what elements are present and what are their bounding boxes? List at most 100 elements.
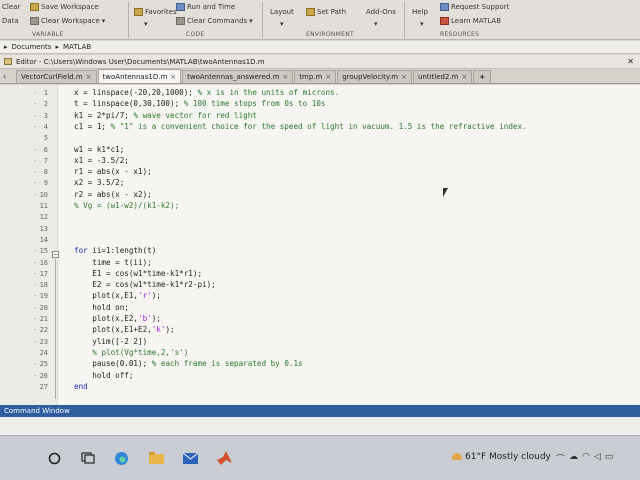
group-label-resources: RESOURCES	[440, 31, 480, 38]
code-line[interactable]: r2 = abs(x - x2);	[74, 190, 152, 199]
breakpoint-marker[interactable]: -	[34, 157, 37, 165]
breadcrumb-matlab[interactable]: MATLAB	[63, 43, 91, 51]
tab-twoantennas-answered[interactable]: twoAntennas_answered.m ×	[182, 70, 294, 83]
breakpoint-marker[interactable]: -	[34, 315, 37, 323]
code-line[interactable]: x = linspace(-20,20,1000); % x is in the…	[74, 88, 339, 97]
request-support-button[interactable]: Request Support	[440, 3, 509, 11]
mail-icon[interactable]	[182, 450, 198, 466]
chevron-left-icon[interactable]: ‹	[3, 72, 6, 81]
network-icon[interactable]: ⌒	[556, 452, 565, 465]
code-line[interactable]: plot(x,E1+E2,'k');	[74, 325, 174, 334]
addons-button[interactable]: Add-Ons	[366, 8, 396, 16]
breakpoint-marker[interactable]: -	[34, 247, 37, 255]
breakpoint-marker[interactable]: -	[34, 338, 37, 346]
search-icon[interactable]	[46, 450, 62, 466]
favorites-button[interactable]: Favorites	[134, 8, 177, 16]
layout-dropdown[interactable]: ▾	[280, 20, 284, 28]
code-line[interactable]: k1 = 2*pi/7; % wave vector for red light	[74, 111, 257, 120]
set-path-button[interactable]: Set Path	[306, 8, 346, 16]
tab-tmp[interactable]: tmp.m ×	[294, 70, 337, 83]
code-line[interactable]: plot(x,E1,'r');	[74, 291, 161, 300]
favorites-dropdown[interactable]: ▾	[144, 20, 148, 28]
code-line[interactable]: c1 = 1; % "1" is a convenient choice for…	[74, 122, 527, 131]
task-view-icon[interactable]	[80, 450, 96, 466]
data-stub[interactable]: Data	[2, 17, 19, 25]
breakpoint-marker[interactable]: -	[34, 259, 37, 267]
close-icon[interactable]: ×	[282, 73, 288, 81]
code-editor[interactable]: 1-2-3-4-5 6-7-8-9-10-11 12 13 14 15-16-17-18-…	[0, 85, 640, 405]
weather-widget[interactable]: 61°F Mostly cloudy	[452, 452, 551, 462]
breakpoint-marker[interactable]: -	[34, 191, 37, 199]
close-icon[interactable]: ✕	[627, 57, 634, 66]
learn-matlab-button[interactable]: Learn MATLAB	[440, 17, 501, 25]
layout-button[interactable]: Layout	[270, 8, 294, 16]
close-icon[interactable]: ×	[461, 73, 467, 81]
breakpoint-marker[interactable]: -	[34, 270, 37, 278]
breakpoint-marker[interactable]: -	[34, 146, 37, 154]
run-and-time-button[interactable]: Run and Time	[176, 3, 235, 11]
close-icon[interactable]: ×	[86, 73, 92, 81]
tab-twoantennas1d[interactable]: twoAntennas1D.m ×	[97, 69, 182, 83]
onedrive-icon[interactable]: ☁	[569, 452, 578, 465]
file-explorer-icon[interactable]	[148, 450, 164, 466]
tab-untitled2[interactable]: untitled2.m ×	[412, 70, 473, 83]
clear-data-stub[interactable]: Clear	[2, 3, 20, 11]
code-line[interactable]: x2 = 3.5/2;	[74, 178, 124, 187]
breakpoint-marker[interactable]: -	[34, 304, 37, 312]
code-line[interactable]: t = linspace(0,30,100); % 100 time stops…	[74, 99, 325, 108]
tab-label: untitled2.m	[417, 73, 459, 81]
code-line[interactable]: E1 = cos(w1*time-k1*r1);	[74, 269, 202, 278]
tab-groupvelocity[interactable]: groupVelocity.m ×	[337, 70, 412, 83]
breakpoint-marker[interactable]: -	[34, 372, 37, 380]
edge-browser-icon[interactable]	[113, 450, 129, 466]
breakpoint-marker[interactable]: -	[34, 360, 37, 368]
breakpoint-marker[interactable]: -	[34, 100, 37, 108]
volume-icon[interactable]: ◁	[594, 452, 601, 465]
code-line[interactable]: w1 = k1*c1;	[74, 145, 124, 154]
code-line[interactable]: end	[74, 382, 88, 391]
breakpoint-marker[interactable]: -	[34, 123, 37, 131]
code-line[interactable]: hold off;	[74, 371, 133, 380]
command-window-header[interactable]: Command Window	[0, 405, 640, 417]
clear-commands-button[interactable]: Clear Commands ▾	[176, 17, 253, 25]
code-line[interactable]: time = t(ii);	[74, 258, 151, 267]
ribbon-divider	[404, 2, 405, 38]
close-icon[interactable]: ×	[325, 73, 331, 81]
tab-vectorcurlfield[interactable]: VectorCurlField.m ×	[16, 70, 97, 83]
breakpoint-marker[interactable]: -	[34, 281, 37, 289]
save-workspace-button[interactable]: Save Workspace	[30, 3, 99, 11]
editor-tab-strip: ‹ VectorCurlField.m × twoAntennas1D.m × …	[0, 69, 640, 84]
breakpoint-marker[interactable]: -	[34, 292, 37, 300]
code-line[interactable]: hold on;	[74, 303, 129, 312]
close-icon[interactable]: ×	[401, 73, 407, 81]
breakpoint-marker[interactable]: -	[34, 179, 37, 187]
breadcrumb-documents[interactable]: Documents	[12, 43, 52, 51]
code-line[interactable]: % plot(Vg*time,2,'s')	[74, 348, 188, 357]
code-line[interactable]: x1 = -3.5/2;	[74, 156, 129, 165]
fold-toggle-icon[interactable]: −	[52, 251, 59, 258]
addons-dropdown[interactable]: ▾	[374, 20, 378, 28]
battery-icon[interactable]: ▭	[605, 452, 614, 465]
new-tab-button[interactable]: +	[473, 70, 492, 83]
help-dropdown[interactable]: ▾	[420, 20, 424, 28]
code-line[interactable]: E2 = cos(w1*time-k1*r2-pi);	[74, 280, 215, 289]
code-line[interactable]: for ii=1:length(t)	[74, 246, 156, 255]
code-line[interactable]: ylim([-2 2])	[74, 337, 147, 346]
address-bar[interactable]: ▸ Documents ▸ MATLAB	[0, 41, 640, 54]
help-button[interactable]: Help	[412, 8, 428, 16]
line-number: 25	[39, 360, 48, 369]
matlab-app-icon[interactable]	[216, 450, 232, 466]
breakpoint-marker[interactable]: -	[34, 112, 37, 120]
code-line[interactable]: plot(x,E2,'b');	[74, 314, 161, 323]
breakpoint-marker[interactable]: -	[34, 89, 37, 97]
code-line[interactable]: r1 = abs(x - x1);	[74, 167, 152, 176]
code-line[interactable]: % Vg = (w1-w2)/(k1-k2);	[74, 201, 179, 210]
code-line[interactable]: pause(0.01); % each frame is separated b…	[74, 359, 302, 368]
breakpoint-marker[interactable]: -	[34, 326, 37, 334]
folder-icon	[306, 8, 315, 16]
wifi-icon[interactable]: ◠	[582, 452, 590, 465]
breakpoint-marker[interactable]: -	[34, 168, 37, 176]
close-icon[interactable]: ×	[170, 73, 176, 81]
clear-workspace-button[interactable]: Clear Workspace ▾	[30, 17, 105, 25]
command-window-body[interactable]	[0, 417, 640, 435]
